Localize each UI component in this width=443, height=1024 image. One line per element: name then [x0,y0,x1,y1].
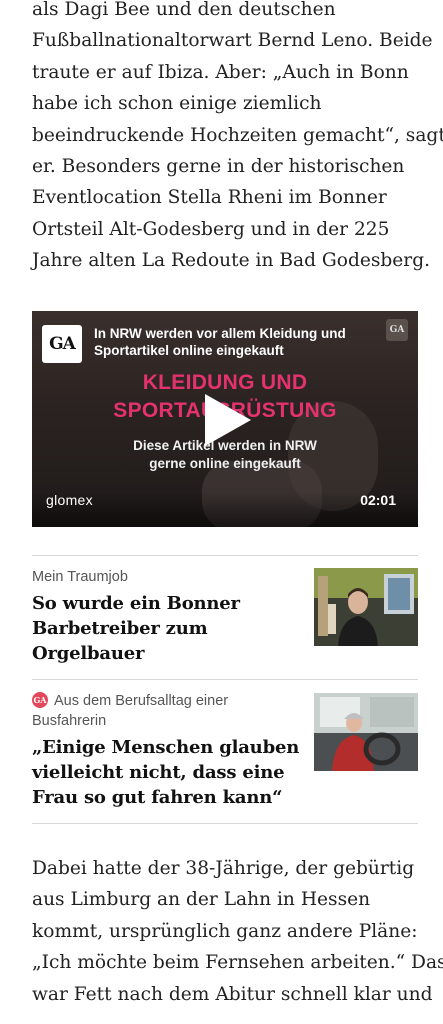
paragraph-line: Fußballnationaltorwart Bernd Leno. Beide [32,30,433,52]
paragraph-line: beeindruckende Hochzeiten gemacht“, sagt [32,124,443,146]
divider [32,823,418,824]
teaser-kicker-line: Busfahrerin [32,713,107,729]
teaser-headline-line: Frau so gut fahren kann“ [32,787,283,808]
play-button[interactable] [195,390,255,450]
teaser-kicker: GA Aus dem Berufsalltag einer Busfahrerin [32,691,297,731]
related-article-teaser[interactable]: Mein Traumjob So wurde ein Bonner Barbet… [32,567,418,667]
teaser-headline-line: vielleicht nicht, dass eine [32,762,285,783]
teaser-thumbnail[interactable] [314,693,418,771]
related-article-teaser[interactable]: GA Aus dem Berufsalltag einer Busfahrerin… [32,691,418,815]
teaser-headline-line: Orgelbauer [32,643,145,664]
ga-plus-badge-text: GA [33,695,47,705]
paragraph-line: Ortsteil Alt-Godesberg und in der 225 [32,218,390,240]
paragraph-line: Jahre alten La Redoute in Bad Godesberg. [32,250,431,272]
teaser-headline[interactable]: „Einige Menschen glauben vielleicht nich… [32,735,302,810]
ga-watermark-logo: GA [386,319,408,341]
divider [32,555,418,556]
paragraph-line: traute er auf Ibiza. Aber: „Auch in Bonn [32,61,409,83]
thumbnail-image [314,693,418,771]
video-brand: glomex [46,492,93,508]
teaser-kicker-text: Aus dem Berufsalltag einer [54,693,229,709]
video-player[interactable]: GA GA In NRW werden vor allem Kleidung u… [32,311,418,527]
video-title: In NRW werden vor allem Kleidung und Spo… [94,325,374,359]
teaser-thumbnail[interactable] [314,568,418,646]
teaser-headline-line: Barbetreiber zum [32,618,208,639]
paragraph-line: als Dagi Bee und den deutschen [32,0,336,20]
paragraph-line: kommt, ursprünglich ganz andere Pläne: [32,920,418,942]
video-title-line: Sportartikel online eingekauft [94,343,284,358]
article-paragraph: als Dagi Bee und den deutschen Fußballna… [32,0,443,277]
paragraph-line: habe ich schon einige ziemlich [32,93,322,115]
play-icon [205,394,251,446]
video-title-line: In NRW werden vor allem Kleidung und [94,326,346,341]
paragraph-line: war Fett nach dem Abitur schnell klar un… [32,983,433,1005]
teaser-kicker-line: GA Aus dem Berufsalltag einer [32,691,297,711]
video-duration: 02:01 [360,492,396,508]
teaser-headline[interactable]: So wurde ein Bonner Barbetreiber zum Org… [32,591,302,666]
ga-logo: GA [42,325,82,363]
teaser-kicker: Mein Traumjob [32,567,297,587]
paragraph-line: „Ich möchte beim Fernsehen arbeiten.“ Da… [32,952,443,974]
teaser-kicker-line: Mein Traumjob [32,569,128,585]
paragraph-line: Eventlocation Stella Rheni im Bonner [32,187,387,209]
paragraph-line: Dabei hatte der 38-Jährige, der gebürtig [32,858,415,879]
teaser-headline-line: So wurde ein Bonner [32,593,240,614]
divider [32,679,418,680]
video-subtitle-line: gerne online eingekauft [149,456,301,471]
paragraph-line: er. Besonders gerne in der historischen [32,156,405,178]
paragraph-line: aus Limburg an der Lahn in Hessen [32,889,371,911]
ga-plus-icon: GA [32,692,48,708]
thumbnail-image [314,568,418,646]
article-paragraph: Dabei hatte der 38-Jährige, der gebürtig… [32,853,443,1010]
teaser-headline-line: „Einige Menschen glauben [32,737,300,758]
